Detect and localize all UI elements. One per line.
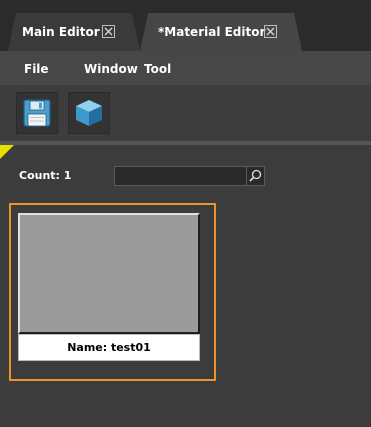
- cube-icon: [76, 100, 102, 126]
- menu-file[interactable]: File: [24, 62, 49, 76]
- tab-label: *Material Editor: [158, 25, 266, 39]
- menu-tool[interactable]: Tool: [144, 62, 171, 76]
- tab-strip: Main Editor *Material Editor: [0, 0, 371, 51]
- magnifier-icon: [249, 169, 262, 182]
- floppy-disk-icon: [23, 99, 51, 127]
- material-editor-window: Main Editor *Material Editor File Window…: [0, 0, 371, 427]
- search-input[interactable]: [117, 168, 241, 184]
- save-button[interactable]: [16, 92, 58, 134]
- tab-main-editor[interactable]: Main Editor: [8, 13, 140, 51]
- menu-bar: File Window Tool: [0, 51, 371, 85]
- material-count-label: Count: 1: [19, 169, 72, 182]
- resize-corner-marker: [0, 145, 14, 159]
- material-preview-thumbnail[interactable]: [18, 213, 200, 334]
- toolbar-divider: [0, 141, 371, 145]
- tab-label: Main Editor: [22, 25, 100, 39]
- close-icon[interactable]: [102, 25, 115, 38]
- material-name-label: Name: test01: [18, 334, 200, 361]
- menu-window[interactable]: Window: [84, 62, 138, 76]
- create-material-button[interactable]: [68, 92, 110, 134]
- search-box: [114, 166, 265, 186]
- tab-material-editor[interactable]: *Material Editor: [140, 13, 302, 51]
- search-button[interactable]: [246, 167, 264, 185]
- toolbar: [0, 85, 371, 141]
- close-icon[interactable]: [264, 25, 277, 38]
